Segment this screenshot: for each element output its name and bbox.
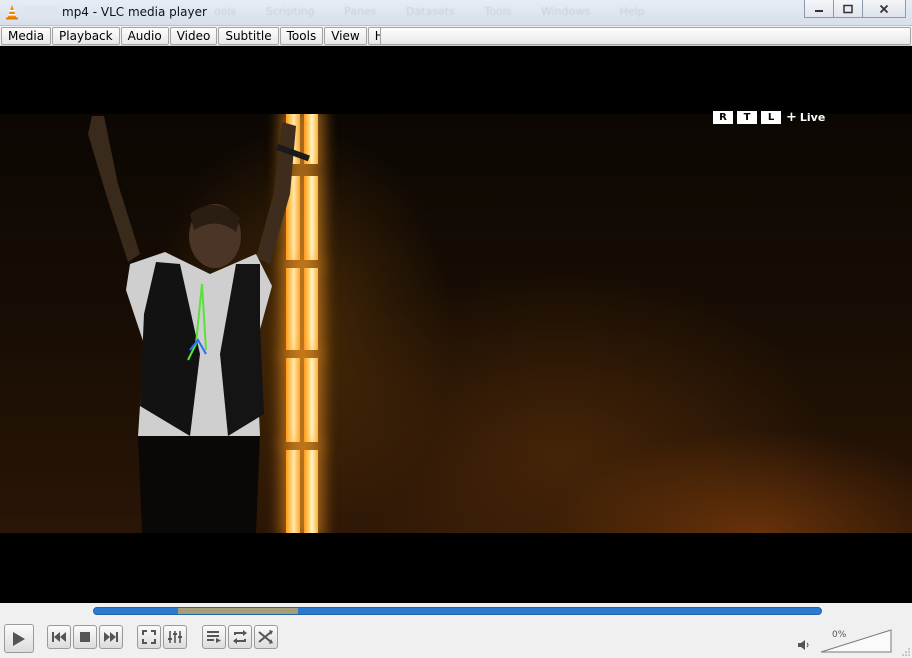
close-icon bbox=[879, 4, 889, 13]
maximize-button[interactable] bbox=[834, 0, 863, 18]
seek-slider[interactable] bbox=[93, 607, 822, 615]
channel-logo-letter: L bbox=[761, 110, 781, 124]
redacted-filename bbox=[22, 6, 58, 18]
menu-bar-filler bbox=[380, 27, 911, 45]
previous-icon bbox=[52, 632, 66, 642]
video-frame bbox=[0, 114, 912, 533]
stop-button[interactable] bbox=[73, 625, 97, 649]
menu-media[interactable]: Media bbox=[1, 27, 52, 45]
loop-button[interactable] bbox=[228, 625, 252, 649]
minimize-button[interactable] bbox=[804, 0, 834, 18]
menu-playback[interactable]: Playback bbox=[52, 27, 120, 45]
window-title: mp4 - VLC media player bbox=[62, 5, 207, 19]
playlist-button[interactable] bbox=[202, 625, 226, 649]
minimize-icon bbox=[815, 9, 823, 12]
shuffle-icon bbox=[258, 630, 273, 644]
menu-tools[interactable]: Tools bbox=[279, 27, 324, 45]
previous-button[interactable] bbox=[47, 625, 71, 649]
vlc-cone-icon bbox=[6, 5, 18, 20]
control-bar: 0% bbox=[0, 603, 912, 658]
performer-silhouette bbox=[88, 116, 310, 533]
play-button[interactable] bbox=[4, 624, 34, 653]
video-area[interactable]: R T L + Live bbox=[0, 46, 912, 603]
channel-logo-letter: T bbox=[737, 110, 757, 124]
maximize-icon bbox=[843, 4, 853, 13]
seek-buffer bbox=[178, 608, 299, 614]
extended-settings-button[interactable] bbox=[163, 625, 187, 649]
stop-icon bbox=[80, 632, 90, 642]
channel-live-label: Live bbox=[799, 110, 826, 124]
menu-audio[interactable]: Audio bbox=[120, 27, 169, 45]
loop-icon bbox=[233, 630, 247, 644]
menu-video[interactable]: Video bbox=[169, 27, 218, 45]
channel-plus: + bbox=[786, 109, 797, 125]
title-bar: mp4 - VLC media player ools Scripting Pa… bbox=[0, 0, 912, 26]
play-icon bbox=[13, 631, 25, 646]
fullscreen-icon bbox=[142, 630, 156, 644]
random-button[interactable] bbox=[254, 625, 278, 649]
window-controls bbox=[804, 0, 906, 18]
fullscreen-button[interactable] bbox=[137, 625, 161, 649]
volume-slider[interactable] bbox=[820, 629, 892, 653]
equalizer-icon bbox=[168, 631, 182, 643]
resize-grip-icon[interactable] bbox=[902, 648, 910, 656]
volume-percent: 0% bbox=[832, 630, 847, 640]
background-window-menu: ools Scripting Panes Datasets Tools Wind… bbox=[214, 5, 645, 18]
channel-logo: R T L + Live bbox=[713, 109, 826, 125]
speaker-icon[interactable] bbox=[798, 639, 810, 651]
next-icon bbox=[104, 632, 118, 642]
channel-logo-letter: R bbox=[713, 110, 733, 124]
playlist-icon bbox=[207, 631, 221, 643]
menu-view[interactable]: View bbox=[324, 27, 367, 45]
menu-subtitle[interactable]: Subtitle bbox=[218, 27, 279, 45]
next-button[interactable] bbox=[99, 625, 123, 649]
close-button[interactable] bbox=[863, 0, 906, 18]
menu-bar: Media Playback Audio Video Subtitle Tool… bbox=[0, 26, 912, 46]
